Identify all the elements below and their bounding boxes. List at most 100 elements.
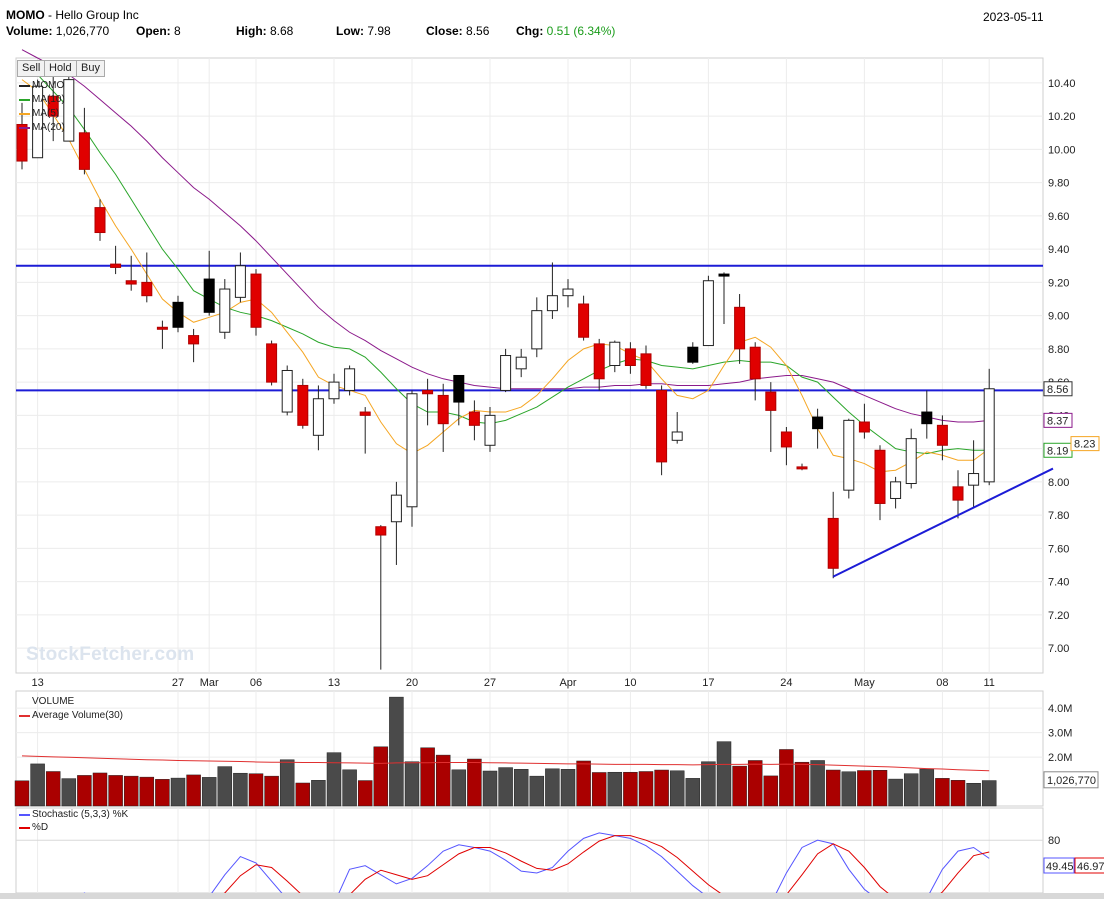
candle-body — [780, 431, 792, 448]
volume-bar — [966, 782, 981, 807]
volume-bar — [576, 760, 591, 807]
stochastic-panel — [15, 807, 1044, 894]
price-label-text: 8.23 — [1074, 439, 1095, 451]
candle-body — [110, 263, 122, 268]
candle — [250, 269, 262, 336]
candle-body — [281, 369, 293, 413]
candle-body — [312, 398, 324, 436]
candle-body — [250, 273, 262, 328]
volume-bar — [295, 782, 311, 807]
volume-bar — [186, 774, 201, 807]
volume-bar — [373, 746, 389, 807]
price-tick-label: 8.80 — [1048, 344, 1069, 356]
time-tick-label: 11 — [983, 677, 994, 689]
buy-button[interactable]: Buy — [76, 60, 105, 77]
candle — [843, 418, 855, 499]
volume-bar — [279, 759, 295, 807]
candle-body — [406, 393, 418, 508]
legend-ma5: MA(5) — [32, 108, 60, 119]
candle — [500, 348, 512, 393]
candle-body — [63, 79, 75, 142]
candle-body — [484, 414, 496, 446]
candle-body — [702, 280, 714, 347]
time-tick-label: 13 — [31, 677, 43, 689]
candle-body — [172, 301, 184, 328]
price-tick-label: 10.20 — [1048, 111, 1076, 123]
volume-bar — [857, 770, 872, 807]
volume-bar — [935, 778, 950, 807]
candle-body — [656, 389, 668, 463]
candle — [702, 275, 714, 347]
candle-body — [468, 411, 480, 426]
candle — [281, 365, 293, 416]
horizontal-scrollbar[interactable] — [0, 893, 1104, 899]
candle-body — [952, 486, 964, 501]
candle-body — [188, 335, 200, 345]
candle-body — [921, 411, 933, 425]
candle-body — [983, 388, 995, 483]
volume-bar — [685, 778, 701, 807]
candle-body — [765, 391, 777, 411]
candle — [344, 365, 356, 396]
price-tick-label: 7.40 — [1048, 577, 1069, 589]
hold-button[interactable]: Hold — [44, 60, 77, 77]
volume-bar — [201, 777, 217, 807]
volume-bar — [92, 772, 108, 807]
legend-stoch-d: %D — [32, 822, 49, 833]
volume-bar — [638, 771, 654, 807]
price-tick-label: 9.40 — [1048, 244, 1069, 256]
watermark: StockFetcher.com — [26, 644, 195, 665]
volume-bar — [77, 775, 92, 807]
candle-body — [593, 343, 605, 380]
price-tick-label: 10.00 — [1048, 144, 1076, 156]
candle-body — [203, 278, 215, 313]
legend-average-volume: Average Volume(30) — [32, 710, 123, 721]
volume-bar — [607, 771, 623, 807]
candle-body — [125, 280, 137, 285]
candle-body — [687, 346, 699, 363]
candle-body — [796, 466, 808, 470]
candle-body — [266, 343, 278, 383]
price-tick-label: 8.00 — [1048, 477, 1069, 489]
volume-bar — [919, 768, 935, 807]
legend-stoch-k: Stochastic (5,3,3) %K — [32, 809, 129, 820]
volume-bar — [981, 780, 997, 807]
volume-bar — [763, 775, 779, 807]
volume-tick-label: 4.0M — [1048, 703, 1072, 715]
candle-body — [843, 419, 855, 491]
candle-body — [156, 326, 168, 330]
price-panel — [15, 57, 1044, 674]
sell-button[interactable]: Sell — [17, 60, 46, 77]
candle-body — [94, 207, 106, 234]
volume-bar — [451, 769, 467, 807]
candle-body — [640, 353, 652, 386]
candle — [266, 340, 278, 386]
price-tick-label: 9.80 — [1048, 178, 1069, 190]
volume-bar — [591, 772, 607, 807]
volume-bar — [389, 696, 404, 807]
candle-body — [219, 288, 231, 333]
volume-bar — [841, 771, 857, 807]
volume-bar — [170, 777, 186, 807]
time-tick-label: 10 — [624, 677, 636, 689]
time-tick-label: Apr — [559, 677, 576, 689]
volume-bar — [623, 771, 638, 807]
candle-body — [297, 384, 309, 426]
volume-bar — [155, 779, 170, 807]
volume-bar — [513, 769, 529, 807]
volume-bar — [825, 769, 841, 807]
time-tick-label: 24 — [780, 677, 792, 689]
candle-body — [827, 517, 839, 569]
candle-body — [968, 473, 980, 486]
time-tick-label: 20 — [406, 677, 418, 689]
candle-body — [624, 348, 636, 367]
candle-body — [749, 346, 761, 380]
price-tick-label: 9.00 — [1048, 311, 1069, 323]
price-label-text: 8.56 — [1047, 384, 1068, 396]
volume-bar — [14, 780, 30, 807]
volume-bar — [342, 769, 357, 807]
stoch-label-text: 49.45 — [1046, 861, 1074, 873]
volume-bar — [872, 770, 888, 807]
candle-body — [531, 310, 543, 350]
candle-body — [78, 132, 90, 170]
